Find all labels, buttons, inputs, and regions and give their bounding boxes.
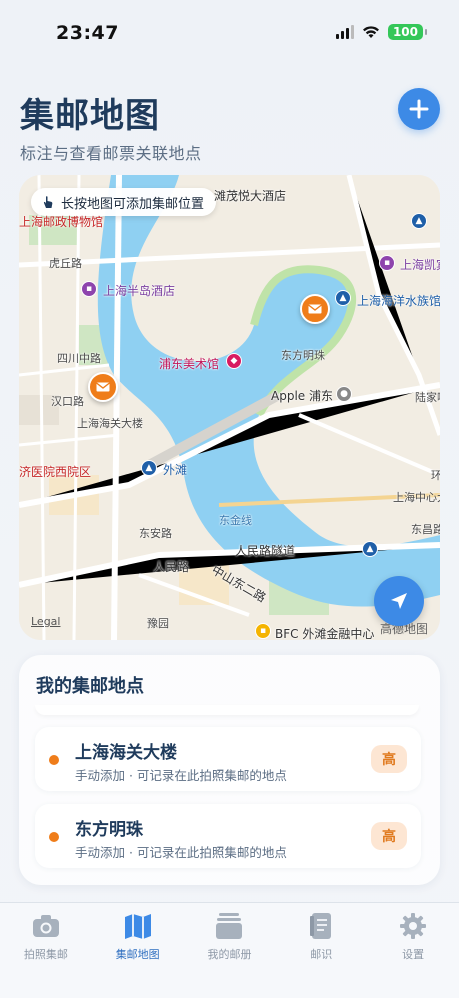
tab-settings[interactable]: 设置 <box>367 903 459 998</box>
signal-icon <box>335 25 354 39</box>
tab-label: 设置 <box>402 948 425 961</box>
museum-poi-icon[interactable]: ◆ <box>226 353 242 369</box>
plus-icon <box>409 99 429 119</box>
tab-camera[interactable]: 拍照集邮 <box>0 903 92 998</box>
place-item[interactable]: 上海海关大楼 手动添加 · 可记录在此拍照集邮的地点 高 <box>35 727 421 791</box>
tab-label: 我的邮册 <box>207 948 252 961</box>
ferry-poi-icon[interactable]: ▲ <box>411 213 427 229</box>
map-label-bfc: BFC 外滩金融中心 <box>275 627 375 640</box>
map-label-museum: 上海邮政博物馆 <box>19 215 104 229</box>
tab-label: 邮识 <box>310 948 333 961</box>
page-title: 集邮地图 <box>20 96 160 136</box>
battery-indicator: 100 <box>387 24 428 40</box>
hand-tap-icon <box>43 196 53 208</box>
map-label-customs: 上海海关大楼 <box>77 417 143 430</box>
map-label-sichuan: 四川中路 <box>57 352 101 365</box>
map-label-pearl: 东方明珠 <box>281 349 325 362</box>
kerry-poi-icon[interactable]: ▪ <box>379 255 395 271</box>
map-label-renmin: 人民路 <box>153 560 190 574</box>
bfc-poi-icon[interactable]: ▪ <box>255 623 271 639</box>
status-bar: 23:47 100 <box>0 0 459 64</box>
book-icon <box>310 913 332 939</box>
priority-badge: 高 <box>371 745 407 773</box>
places-title: 我的集邮地点 <box>36 676 144 697</box>
place-dot-icon <box>49 832 59 842</box>
priority-badge: 高 <box>371 822 407 850</box>
apple-poi-icon[interactable]: ● <box>336 386 352 402</box>
page-subtitle: 标注与查看邮票关联地点 <box>20 144 202 163</box>
map-label-aquarium: 上海海洋水族馆 <box>357 294 440 308</box>
map-label-apple: Apple 浦东 <box>271 389 333 403</box>
place-name: 东方明珠 <box>75 820 143 840</box>
tab-knowledge[interactable]: 邮识 <box>275 903 367 998</box>
wifi-icon <box>362 26 379 38</box>
place-desc: 手动添加 · 可记录在此拍照集邮的地点 <box>75 768 287 783</box>
bund-poi-icon[interactable]: ▲ <box>141 460 157 476</box>
stamp-marker-customs[interactable] <box>88 372 118 402</box>
map-icon <box>124 914 151 939</box>
map-label-pudong-art: 浦东美术馆 <box>159 357 220 371</box>
tab-label: 集邮地图 <box>115 948 160 961</box>
location-arrow-icon <box>391 593 407 609</box>
map-label-bund: 外滩 <box>163 463 188 477</box>
status-time: 23:47 <box>56 22 119 44</box>
camera-icon <box>32 915 59 937</box>
map-legal-link[interactable]: Legal <box>31 615 60 628</box>
map-label-dongchang: 东昌路 <box>411 523 440 536</box>
map-view[interactable]: 长按地图可添加集邮位置 上海邮政博物馆 滩茂悦大酒店 虎丘路 ▪ 上海半岛酒店 … <box>19 175 440 640</box>
tab-album[interactable]: 我的邮册 <box>184 903 276 998</box>
map-label-kerry: 上海凯宾 <box>400 258 440 272</box>
map-label-tunnel: 人民路隧道 <box>235 544 296 558</box>
place-desc: 手动添加 · 可记录在此拍照集邮的地点 <box>75 845 287 860</box>
map-label-road1: 虎丘路 <box>49 257 82 270</box>
place-item[interactable]: 东方明珠 手动添加 · 可记录在此拍照集邮的地点 高 <box>35 804 421 868</box>
map-label-peninsula: 上海半岛酒店 <box>103 284 176 298</box>
map-label-line: 东金线 <box>219 514 252 527</box>
status-icons: 100 <box>335 24 428 40</box>
map-label-huan: 环 <box>431 469 440 482</box>
map-label-lujiazui: 陆家嘴 <box>415 391 440 404</box>
place-name: 上海海关大楼 <box>75 743 177 763</box>
map-label-hotel-top: 滩茂悦大酒店 <box>214 189 287 203</box>
album-icon <box>216 913 243 939</box>
envelope-icon <box>96 382 110 392</box>
hotel-poi-icon[interactable]: ▪ <box>81 281 97 297</box>
map-label-yuyuan: 豫园 <box>147 617 169 630</box>
map-label-hospital: 济医院西院区 <box>19 465 92 479</box>
ferry2-poi-icon[interactable]: ▲ <box>362 541 378 557</box>
locate-button[interactable] <box>374 576 424 626</box>
map-label-center: 上海中心大厦 <box>393 491 440 504</box>
tab-map[interactable]: 集邮地图 <box>92 903 184 998</box>
map-hint-pill: 长按地图可添加集邮位置 <box>31 188 217 216</box>
tab-bar: 拍照集邮 集邮地图 我的邮册 邮识 设置 <box>0 902 459 998</box>
map-label-hankou: 汉口路 <box>51 395 84 408</box>
place-dot-icon <box>49 755 59 765</box>
places-panel: 我的集邮地点 上海海关大楼 手动添加 · 可记录在此拍照集邮的地点 高 东方明珠… <box>19 655 440 885</box>
aquarium-poi-icon[interactable]: ▲ <box>335 290 351 306</box>
map-label-a: 东安路 <box>139 527 172 540</box>
map-hint-text: 长按地图可添加集邮位置 <box>61 196 205 212</box>
list-scroll-edge <box>35 705 419 715</box>
add-location-button[interactable] <box>398 88 440 130</box>
stamp-marker-pearl[interactable] <box>300 294 330 324</box>
tab-label: 拍照集邮 <box>23 948 68 961</box>
envelope-icon <box>308 304 322 314</box>
gear-icon <box>400 913 427 939</box>
